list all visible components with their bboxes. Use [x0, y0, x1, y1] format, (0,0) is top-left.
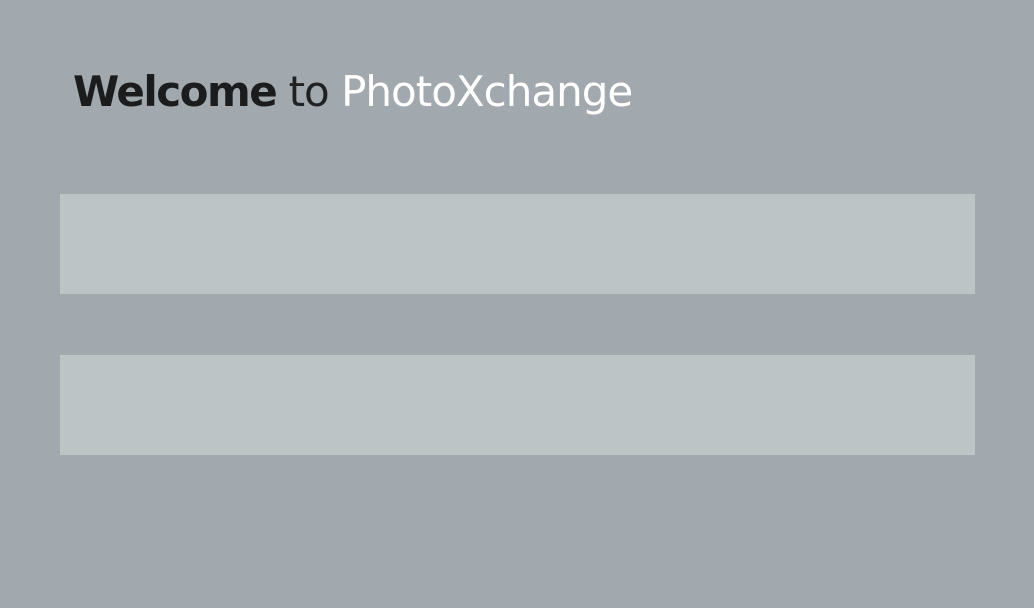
- login-field-2[interactable]: [60, 355, 975, 455]
- brand-name: PhotoXchange: [341, 67, 633, 116]
- welcome-heading: Welcome to PhotoXchange: [73, 62, 633, 122]
- login-field-1[interactable]: [60, 194, 975, 294]
- welcome-bold-text: Welcome: [73, 67, 278, 116]
- welcome-connector-text: to: [276, 67, 342, 116]
